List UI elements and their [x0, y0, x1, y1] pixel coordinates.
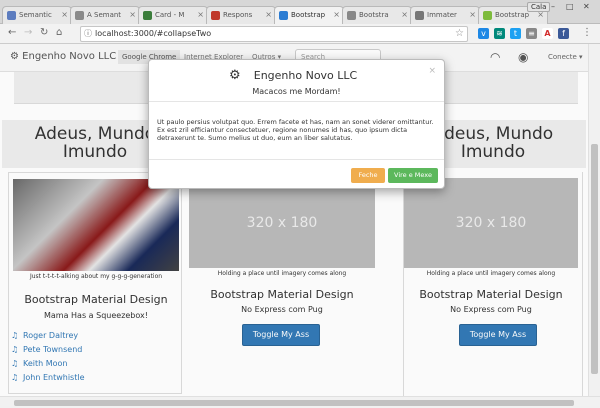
browser-tab[interactable]: Card - M × — [138, 6, 208, 24]
bookmark-star-icon[interactable]: ☆ — [455, 27, 464, 41]
tab-close-icon[interactable]: × — [333, 10, 340, 19]
browser-tab[interactable]: Semantic × — [2, 6, 72, 24]
forward-icon[interactable]: → — [24, 27, 32, 38]
tab-favicon-icon — [483, 11, 492, 20]
browser-tab-strip: Semantic × A Semant × Card - M × Respons × B… — [0, 0, 600, 24]
confirm-button[interactable]: Vire e Mexe — [388, 168, 438, 183]
modal-body-text: Ut paulo persius volutpat quo. Errem fac… — [157, 118, 434, 142]
scrollbar-thumb[interactable] — [14, 400, 574, 406]
facebook-icon[interactable]: f — [558, 28, 569, 39]
browser-toolbar: ← → ↻ ⌂ ⓘ localhost:3000/#collapseTwo ☆ … — [0, 24, 600, 44]
tab-favicon-icon — [211, 11, 220, 20]
tab-favicon-icon — [279, 11, 288, 20]
browser-tab[interactable]: A Semant × — [70, 6, 140, 24]
vertical-scrollbar[interactable] — [588, 44, 600, 396]
extension-icon[interactable]: v — [478, 28, 489, 39]
extension-icon[interactable]: ≋ — [494, 28, 505, 39]
close-button[interactable]: Feche — [351, 168, 385, 183]
maximize-icon[interactable]: □ — [566, 2, 574, 11]
tab-close-icon[interactable]: × — [401, 10, 408, 19]
tab-favicon-icon — [75, 11, 84, 20]
info-icon[interactable]: ⓘ — [84, 27, 92, 41]
modal-title: Engenho Novo LLC — [253, 69, 358, 82]
modal-footer: Feche Vire e Mexe — [149, 159, 444, 189]
modal-dialog: ⚙ Engenho Novo LLC Macacos me Mordam! × … — [148, 59, 445, 189]
twitter-icon[interactable]: t — [510, 28, 521, 39]
tab-favicon-icon — [143, 11, 152, 20]
extension-icon[interactable]: A — [542, 28, 553, 39]
tab-close-icon[interactable]: × — [265, 10, 272, 19]
modal-header: ⚙ Engenho Novo LLC Macacos me Mordam! × — [149, 60, 444, 102]
tab-close-icon[interactable]: × — [61, 10, 68, 19]
close-icon[interactable]: × — [428, 66, 436, 76]
tab-favicon-icon — [415, 11, 424, 20]
browser-tab[interactable]: Immater × — [410, 6, 480, 24]
horizontal-scrollbar[interactable] — [0, 396, 600, 408]
menu-icon[interactable]: ⋮ — [582, 27, 592, 38]
address-bar[interactable]: ⓘ localhost:3000/#collapseTwo ☆ — [80, 26, 468, 42]
home-icon[interactable]: ⌂ — [56, 27, 62, 38]
reload-icon[interactable]: ↻ — [40, 27, 48, 38]
extension-icon[interactable]: ≡ — [526, 28, 537, 39]
browser-tab-active[interactable]: Bootstrap × — [274, 6, 344, 24]
scrollbar-thumb[interactable] — [591, 144, 598, 374]
close-window-icon[interactable]: ✕ — [583, 2, 590, 11]
tab-favicon-icon — [7, 11, 16, 20]
modal-subtitle: Macacos me Mordam! — [252, 87, 341, 96]
browser-tab[interactable]: Bootstra × — [342, 6, 412, 24]
tab-close-icon[interactable]: × — [469, 10, 476, 19]
tab-close-icon[interactable]: × — [129, 10, 136, 19]
back-icon[interactable]: ← — [8, 27, 16, 38]
browser-tab[interactable]: Respons × — [206, 6, 276, 24]
tab-favicon-icon — [347, 11, 356, 20]
tab-close-icon[interactable]: × — [197, 10, 204, 19]
profile-button[interactable]: Cala — [527, 2, 551, 12]
minimize-icon[interactable]: – — [551, 2, 555, 11]
